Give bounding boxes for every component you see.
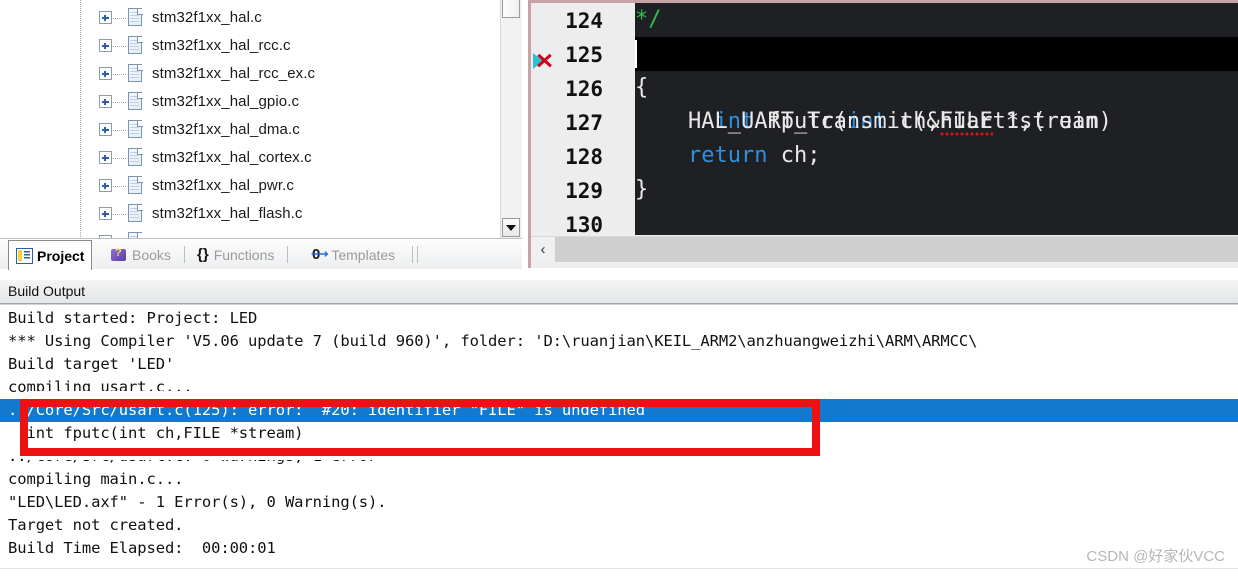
expand-icon[interactable] xyxy=(99,39,112,52)
code-line-text: } xyxy=(635,177,649,202)
tab-separator xyxy=(287,246,289,263)
expand-icon[interactable] xyxy=(99,207,112,220)
code-line: HAL_UART_Transmit(&huart1,( uin xyxy=(635,105,1238,139)
tree-connector xyxy=(113,46,127,47)
code-line: { xyxy=(635,71,1238,105)
tree-connector xyxy=(113,158,127,159)
tree-item-label: stm32f1xx_hal_flash.c xyxy=(152,205,303,222)
scroll-left-button[interactable]: ‹ xyxy=(531,237,555,262)
build-output-title: Build Output xyxy=(8,283,86,299)
editor-code-area[interactable]: */ int fputc(int ch,FILE *stream) { HAL_… xyxy=(635,3,1238,235)
editor-line-number-gutter: 124 125 126 127 128 129 130 xyxy=(553,3,654,237)
bottom-strip xyxy=(0,569,1238,577)
header-divider xyxy=(0,304,1238,305)
tree-connector xyxy=(113,130,127,131)
build-line: Build target 'LED' xyxy=(8,355,175,373)
project-pane-tabstrip[interactable]: Project Books {} Functions 0⟶ Templates xyxy=(0,238,522,270)
project-icon xyxy=(16,247,33,264)
chevron-down-icon xyxy=(506,224,516,231)
build-line: Build started: Project: LED xyxy=(8,309,258,327)
tab-functions[interactable]: {} Functions xyxy=(190,241,289,268)
project-tree-pane[interactable]: stm32f1xx_hal.c stm32f1xx_hal_rcc.c stm3… xyxy=(0,0,522,238)
tree-item-label: stm32f1xx_hal_cortex.c xyxy=(152,149,312,166)
expand-icon[interactable] xyxy=(99,95,112,108)
expand-icon[interactable] xyxy=(99,67,112,80)
tree-connector xyxy=(113,102,127,103)
project-vertical-scrollbar[interactable] xyxy=(500,0,522,238)
c-file-icon xyxy=(128,36,144,55)
code-line-text: */ xyxy=(635,7,662,32)
tab-label: Functions xyxy=(213,246,275,263)
tabstrip-end-separator xyxy=(417,241,418,268)
tree-indent-guide xyxy=(80,0,81,238)
c-file-icon xyxy=(128,8,144,27)
line-number: 124 xyxy=(565,9,603,33)
build-line: compiling main.c... xyxy=(8,470,184,488)
tab-separator xyxy=(417,246,418,263)
line-number: 125 xyxy=(565,43,603,67)
tab-label: Templates xyxy=(331,246,396,263)
tab-separator xyxy=(412,246,414,263)
code-line-text: HAL_UART_Transmit(&huart1,( uin xyxy=(635,109,1099,134)
tree-item-label: stm32f1xx_hal_rcc_ex.c xyxy=(152,65,316,82)
tree-connector xyxy=(113,18,127,19)
books-icon xyxy=(111,247,128,263)
scrollbar-thumb[interactable] xyxy=(502,0,520,18)
expand-icon[interactable] xyxy=(99,179,112,192)
build-line: "LED\LED.axf" - 1 Error(s), 0 Warning(s)… xyxy=(8,493,387,511)
braces-icon: {} xyxy=(197,245,209,263)
c-file-icon xyxy=(128,148,144,167)
tab-label: Project xyxy=(37,247,85,264)
code-line: */ xyxy=(635,3,1238,37)
scroll-down-button[interactable] xyxy=(502,218,520,237)
c-file-icon xyxy=(128,64,144,83)
build-output-header: Build Output xyxy=(0,280,1238,304)
tree-item-label: stm32f1xx_hal_pwr.c xyxy=(152,177,294,194)
editor-horizontal-scrollbar[interactable]: ‹ xyxy=(531,236,1238,262)
build-line: *** Using Compiler 'V5.06 update 7 (buil… xyxy=(8,332,978,350)
code-line: return ch; xyxy=(687,143,821,168)
tree-item-label: stm32f1xx_hal.c xyxy=(152,9,262,26)
tree-item-label: stm32f1xx_hal_dma.c xyxy=(152,121,300,138)
c-file-icon xyxy=(128,176,144,195)
watermark: CSDN @好家伙VCC xyxy=(1086,548,1225,565)
tree-connector xyxy=(113,214,127,215)
tree-connector xyxy=(113,74,127,75)
code-line: } xyxy=(635,173,1238,207)
text-caret xyxy=(635,40,637,68)
line-number: 126 xyxy=(565,77,603,101)
tree-item-label: stm32f1xx_hal_rcc.c xyxy=(152,37,291,54)
line-number: 129 xyxy=(565,179,603,203)
tab-project[interactable]: Project xyxy=(8,240,93,270)
build-line: Target not created. xyxy=(8,516,184,534)
expand-icon[interactable] xyxy=(99,11,112,24)
line-number: 128 xyxy=(565,145,603,169)
tree-connector xyxy=(113,186,127,187)
line-number: 130 xyxy=(565,213,603,237)
c-file-icon xyxy=(128,120,144,139)
expand-icon[interactable] xyxy=(99,123,112,136)
templates-icon: 0 ⟶ xyxy=(311,245,329,263)
line-number: 127 xyxy=(565,111,603,135)
tab-templates[interactable]: 0 ⟶ Templates xyxy=(305,241,414,268)
c-file-icon xyxy=(128,92,144,111)
tab-books[interactable]: Books xyxy=(104,241,185,268)
expand-icon[interactable] xyxy=(99,151,112,164)
red-annotation-rectangle xyxy=(20,399,820,456)
tab-label: Books xyxy=(132,246,171,263)
tree-item-label: stm32f1xx_hal_gpio.c xyxy=(152,93,300,110)
code-line-text: { xyxy=(635,75,649,100)
code-editor-pane[interactable]: 124 125 126 127 128 129 130 */ int fputc… xyxy=(528,0,1238,268)
c-file-icon xyxy=(128,204,144,223)
tab-separator xyxy=(183,246,185,263)
code-line-current: int fputc(int ch,FILE *stream) xyxy=(635,37,1238,139)
